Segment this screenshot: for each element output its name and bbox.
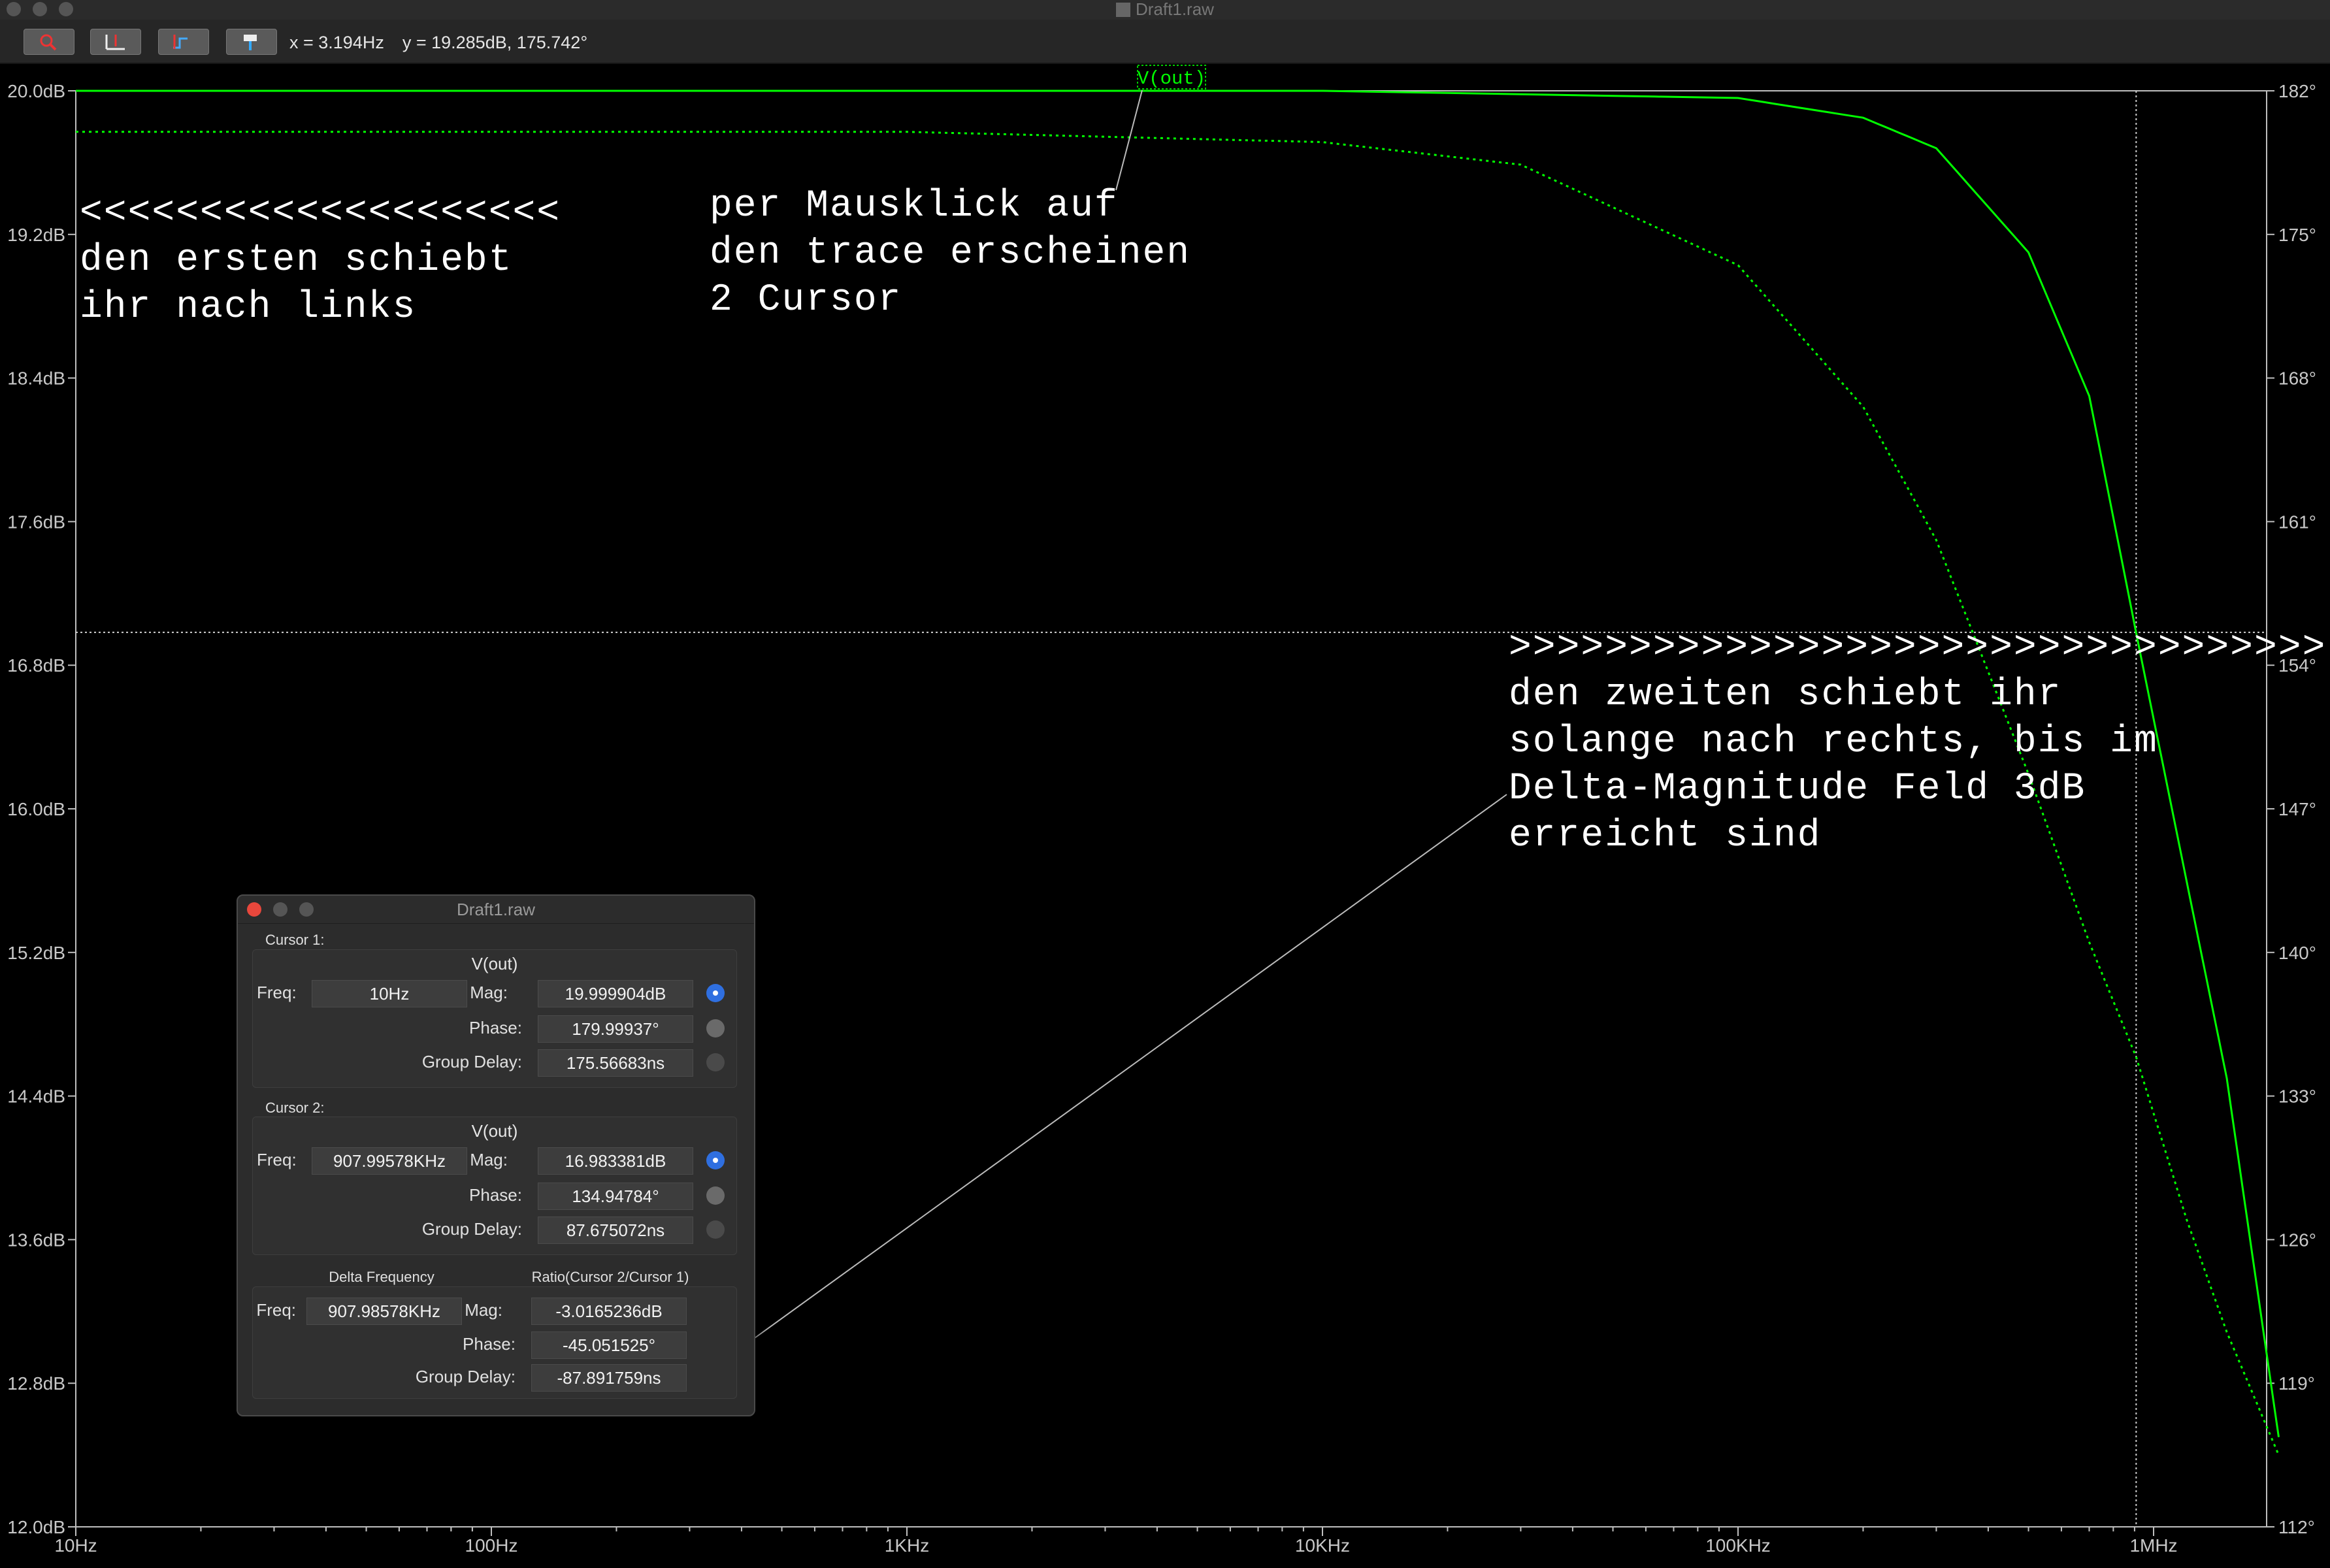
left-tick-label: 16.0dB bbox=[7, 799, 65, 819]
cursor2-freq-label: Freq: bbox=[257, 1150, 297, 1169]
delta-mag-label: Mag: bbox=[465, 1300, 502, 1320]
cursor1-groupdelay-field: 175.56683ns bbox=[538, 1049, 693, 1077]
probe-icon bbox=[244, 35, 257, 50]
cursor2-trace: V(out) bbox=[471, 1121, 518, 1141]
cursor1-freq-label: Freq: bbox=[257, 983, 297, 1002]
right-tick-label: 112° bbox=[2278, 1517, 2315, 1537]
delta-phase-label: Phase: bbox=[463, 1334, 516, 1354]
cursor-readout: x = 3.194Hz y = 19.285dB, 175.742° bbox=[289, 33, 606, 53]
bottom-tick-label: 1MHz bbox=[2129, 1535, 2177, 1556]
cursor2-phase-field: 134.94784° bbox=[538, 1183, 693, 1210]
cursor2-phase-radio[interactable] bbox=[706, 1186, 725, 1205]
dialog-title: Draft1.raw bbox=[457, 900, 535, 919]
annotation-left: <<<<<<<<<<<<<<<<<<<< den ersten schiebt … bbox=[80, 192, 561, 329]
delta-freq-label: Freq: bbox=[256, 1300, 296, 1320]
delta-frequency-header: Delta Frequency bbox=[329, 1269, 435, 1285]
right-tick-label: 126° bbox=[2278, 1230, 2316, 1250]
annotation-middle: per Mausklick auf den trace erscheinen 2… bbox=[710, 185, 1191, 321]
bottom-tick-label: 100KHz bbox=[1705, 1535, 1771, 1556]
left-tick-label: 20.0dB bbox=[7, 81, 65, 101]
cursor1-phase-field: 179.99937° bbox=[538, 1015, 693, 1043]
cursor1-label: Cursor 1: bbox=[265, 932, 325, 948]
cursor2-phase-label: Phase: bbox=[469, 1185, 522, 1205]
right-tick-label: 133° bbox=[2278, 1086, 2316, 1107]
ratio-header: Ratio(Cursor 2/Cursor 1) bbox=[531, 1269, 689, 1285]
right-tick-label: 175° bbox=[2278, 225, 2316, 245]
cursor2-label: Cursor 2: bbox=[265, 1100, 325, 1116]
cursor-dialog[interactable]: Draft1.raw Cursor 1: V(out) Freq: 10Hz M… bbox=[237, 894, 755, 1416]
document-icon bbox=[1116, 3, 1131, 17]
autorange-button[interactable] bbox=[90, 29, 141, 55]
pan-icon bbox=[173, 35, 188, 49]
bottom-tick-label: 10KHz bbox=[1295, 1535, 1350, 1556]
cursor1-phase-radio[interactable] bbox=[706, 1019, 725, 1037]
cursor2-group: V(out) Freq: 907.99578KHz Mag: 16.983381… bbox=[252, 1117, 737, 1255]
window-titlebar: Draft1.raw bbox=[0, 0, 2330, 20]
left-tick-label: 17.6dB bbox=[7, 512, 65, 532]
right-tick-label: 168° bbox=[2278, 368, 2316, 389]
left-tick-label: 13.6dB bbox=[7, 1230, 65, 1250]
annotation-right: >>>>>>>>>>>>>>>>>>>>>>>>>>>>>>>>>> den z… bbox=[1509, 627, 2327, 857]
cursor2-groupdelay-field: 87.675072ns bbox=[538, 1217, 693, 1244]
autorange-icon bbox=[105, 35, 125, 50]
cursor1-group: V(out) Freq: 10Hz Mag: 19.999904dB Phase… bbox=[252, 949, 737, 1088]
left-tick-label: 15.2dB bbox=[7, 943, 65, 963]
leader-line-trace bbox=[1115, 90, 1143, 191]
zoom-icon bbox=[40, 34, 57, 51]
left-tick-label: 12.0dB bbox=[7, 1517, 65, 1537]
delta-group: Freq: 907.98578KHz Mag: -3.0165236dB Pha… bbox=[252, 1286, 737, 1399]
trace-label[interactable]: V(out) bbox=[1138, 68, 1206, 90]
left-axis-ticks: 20.0dB 19.2dB 18.4dB 17.6dB 16.8dB 16.0dB 15.2… bbox=[7, 81, 76, 1537]
cursor1-mag-label: Mag: bbox=[470, 983, 508, 1002]
left-tick-label: 12.8dB bbox=[7, 1373, 65, 1394]
delta-freq-field: 907.98578KHz bbox=[306, 1298, 462, 1325]
leader-line-dialog bbox=[754, 794, 1507, 1339]
cursor1-mag-radio[interactable] bbox=[706, 984, 725, 1002]
bottom-tick-label: 1KHz bbox=[885, 1535, 929, 1556]
delta-mag-field: -3.0165236dB bbox=[531, 1298, 687, 1325]
cursor1-groupdelay-label: Group Delay: bbox=[421, 1052, 522, 1071]
cursor2-groupdelay-radio[interactable] bbox=[706, 1220, 725, 1239]
right-tick-label: 119° bbox=[2278, 1373, 2315, 1394]
delta-phase-field: -45.051525° bbox=[531, 1331, 687, 1359]
delta-groupdelay-label: Group Delay: bbox=[415, 1367, 516, 1386]
cursor1-freq-field[interactable]: 10Hz bbox=[312, 980, 467, 1007]
left-tick-label: 16.8dB bbox=[7, 655, 65, 676]
right-tick-label: 182° bbox=[2278, 81, 2316, 101]
delta-groupdelay-field: -87.891759ns bbox=[531, 1364, 687, 1392]
pan-button[interactable] bbox=[158, 29, 209, 55]
bottom-axis-ticks: 10Hz 100Hz 1KHz 10KHz 100KHz 1MHz bbox=[54, 1527, 2178, 1556]
readout-y: y = 19.285dB, 175.742° bbox=[402, 33, 588, 52]
window-title: Draft1.raw bbox=[0, 0, 2330, 20]
bottom-tick-label: 100Hz bbox=[465, 1535, 518, 1556]
cursor2-mag-field: 16.983381dB bbox=[538, 1147, 693, 1175]
cursor1-phase-label: Phase: bbox=[469, 1018, 522, 1037]
left-tick-label: 18.4dB bbox=[7, 368, 65, 389]
bottom-tick-label: 10Hz bbox=[54, 1535, 97, 1556]
zoom-button[interactable] bbox=[24, 29, 74, 55]
cursor1-mag-field: 19.999904dB bbox=[538, 980, 693, 1007]
probe-button[interactable] bbox=[226, 29, 277, 55]
dialog-titlebar[interactable]: Draft1.raw bbox=[238, 896, 754, 924]
right-tick-label: 161° bbox=[2278, 512, 2316, 532]
cursor2-groupdelay-label: Group Delay: bbox=[421, 1219, 522, 1239]
cursor2-freq-field[interactable]: 907.99578KHz bbox=[312, 1147, 467, 1175]
cursor1-groupdelay-radio[interactable] bbox=[706, 1053, 725, 1071]
right-tick-label: 140° bbox=[2278, 943, 2316, 963]
left-tick-label: 19.2dB bbox=[7, 225, 65, 245]
left-tick-label: 14.4dB bbox=[7, 1086, 65, 1107]
cursor2-mag-label: Mag: bbox=[470, 1150, 508, 1169]
readout-x: x = 3.194Hz bbox=[289, 33, 384, 52]
cursor2-mag-radio[interactable] bbox=[706, 1151, 725, 1169]
cursor1-trace: V(out) bbox=[471, 954, 518, 973]
